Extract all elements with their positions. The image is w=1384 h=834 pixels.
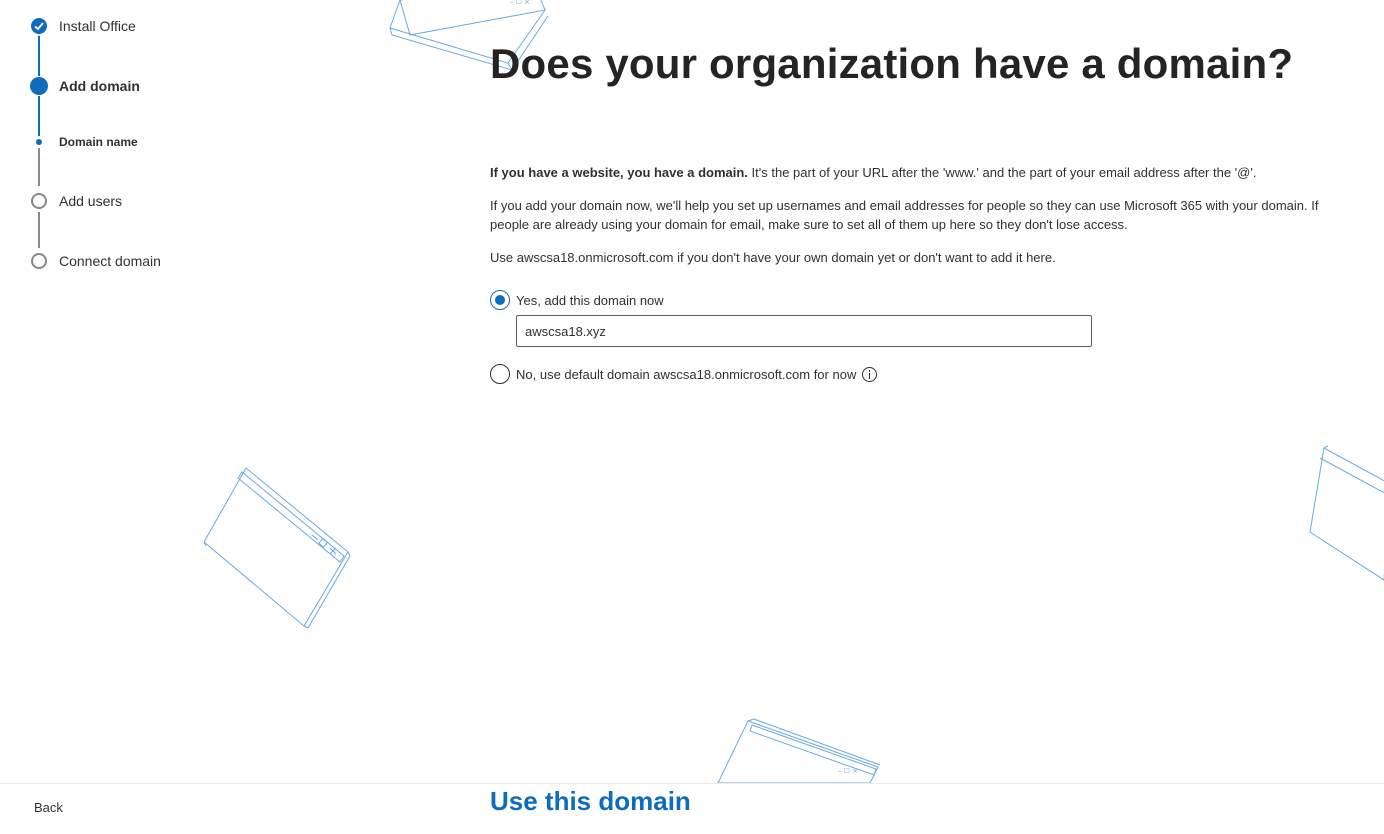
substep-dot-icon xyxy=(36,139,42,145)
window-illustration-bottom: – ☐ × xyxy=(717,718,881,784)
current-step-icon xyxy=(30,77,48,95)
radio-button-selected[interactable] xyxy=(490,290,510,310)
step-label: Add domain xyxy=(59,78,140,94)
step-install-office: Install Office xyxy=(0,16,200,36)
radio-no-label: No, use default domain awscsa18.onmicros… xyxy=(516,366,857,382)
intro-bold-text: If you have a website, you have a domain… xyxy=(490,165,748,180)
stepper-connector-4 xyxy=(38,212,40,248)
progress-stepper: Install Office Add domain Domain name Ad… xyxy=(0,0,300,300)
footer-divider xyxy=(0,783,1384,784)
info-icon[interactable] xyxy=(862,366,878,382)
intro-text: If you have a website, you have a domain… xyxy=(490,163,1330,182)
domain-name-input[interactable] xyxy=(516,315,1092,347)
stepper-connector-1 xyxy=(38,36,40,76)
back-button[interactable]: Back xyxy=(34,800,63,815)
radio-no-default-domain[interactable]: No, use default domain awscsa18.onmicros… xyxy=(490,364,878,384)
intro-rest-text: It's the part of your URL after the 'www… xyxy=(747,165,1257,180)
step-add-users: Add users xyxy=(0,191,200,211)
step-label: Add users xyxy=(59,193,123,209)
substep-domain-name: Domain name xyxy=(0,132,200,152)
setup-page: – ☐ × – ☐ × Install Office Add domain Do… xyxy=(0,0,1384,834)
page-title: Does your organization have a domain? xyxy=(490,40,1294,87)
step-add-domain: Add domain xyxy=(0,76,200,96)
use-this-domain-button[interactable]: Use this domain xyxy=(490,786,691,817)
radio-button-unselected[interactable] xyxy=(490,364,510,384)
svg-text:– ☐ ×: – ☐ × xyxy=(510,0,530,6)
step-label: Install Office xyxy=(59,18,136,34)
radio-yes-label: Yes, add this domain now xyxy=(516,292,664,308)
window-illustration-right xyxy=(1309,445,1384,581)
step-connect-domain: Connect domain xyxy=(0,251,200,271)
explanation-text: If you add your domain now, we'll help y… xyxy=(490,198,1319,232)
radio-yes-add-domain[interactable]: Yes, add this domain now xyxy=(490,290,664,310)
stepper-connector-3 xyxy=(38,148,40,186)
default-domain-text: Use awscsa18.onmicrosoft.com if you don'… xyxy=(490,250,1056,265)
window-illustration-left xyxy=(203,467,351,629)
svg-text:– ☐ ×: – ☐ × xyxy=(838,767,858,775)
substep-label: Domain name xyxy=(59,135,138,149)
empty-step-icon xyxy=(31,193,47,209)
check-icon xyxy=(31,18,47,34)
stepper-connector-2 xyxy=(38,96,40,136)
empty-step-icon xyxy=(31,253,47,269)
step-label: Connect domain xyxy=(59,253,161,269)
